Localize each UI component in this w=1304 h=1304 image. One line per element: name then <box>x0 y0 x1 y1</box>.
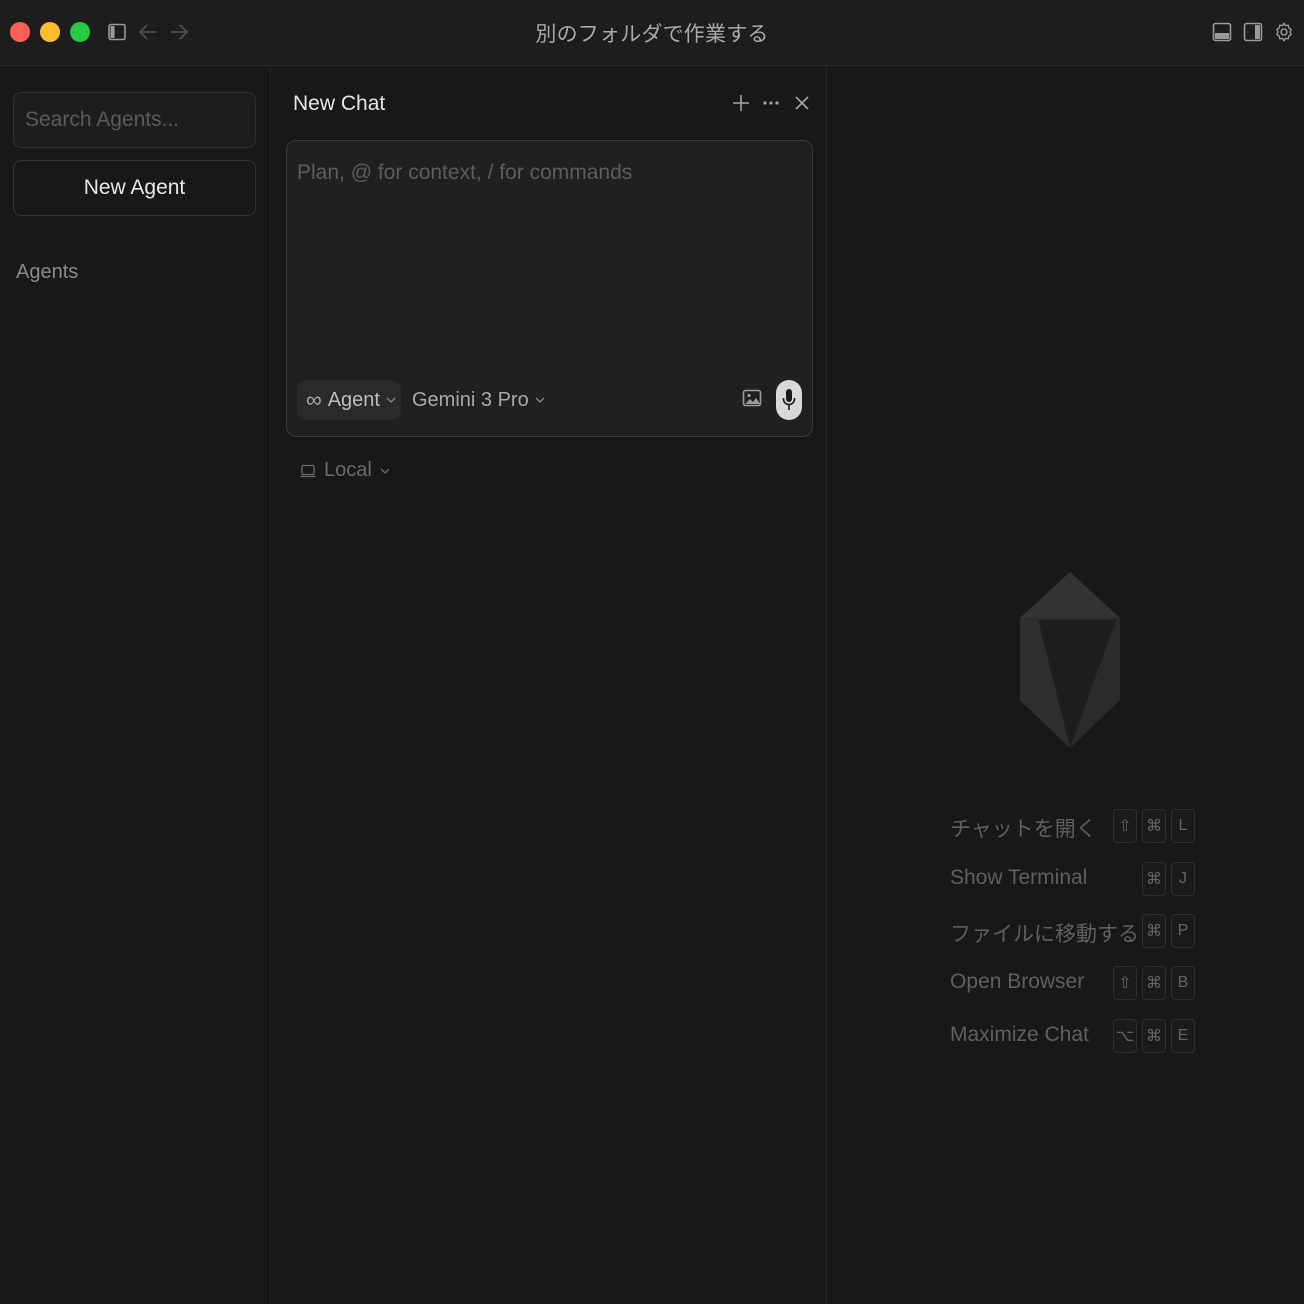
command-key: ⌘ <box>1142 966 1166 1000</box>
shortcut-go-to-file: ファイルに移動する ⌘ P <box>950 914 1195 948</box>
location-label: Local <box>324 459 372 481</box>
title-bar: 別のフォルダで作業する <box>0 0 1304 66</box>
letter-key: E <box>1171 1019 1195 1053</box>
app-window: 別のフォルダで作業する New Agent Agents New Chat <box>0 0 1304 1304</box>
shortcut-maximize-chat: Maximize Chat ⌥ ⌘ E <box>950 1019 1195 1053</box>
toggle-right-panel-icon[interactable] <box>1241 20 1265 44</box>
chevron-down-icon <box>535 397 545 403</box>
composer-placeholder[interactable]: Plan, @ for context, / for commands <box>297 161 632 185</box>
shift-key: ⇧ <box>1113 966 1137 1000</box>
shift-key: ⇧ <box>1113 809 1137 843</box>
chat-title: New Chat <box>293 92 386 115</box>
model-label: Gemini 3 Pro <box>412 388 529 411</box>
agents-section-heading: Agents <box>16 261 79 283</box>
shortcut-label: Maximize Chat <box>950 1023 1089 1046</box>
agents-sidebar: New Agent Agents <box>0 67 271 1304</box>
laptop-icon <box>300 464 316 477</box>
agent-mode-label: Agent <box>327 388 380 411</box>
shortcut-label: Show Terminal <box>950 866 1088 889</box>
app-logo-icon <box>1018 570 1122 755</box>
shortcut-label: ファイルに移動する <box>950 923 1139 946</box>
letter-key: P <box>1171 914 1195 948</box>
letter-key: L <box>1171 809 1195 843</box>
location-selector[interactable]: Local <box>300 459 390 482</box>
shortcut-show-terminal: Show Terminal ⌘ J <box>950 862 1195 896</box>
chevron-down-icon <box>386 397 396 403</box>
agent-mode-selector[interactable]: ∞ Agent <box>297 380 401 420</box>
settings-gear-icon[interactable] <box>1272 20 1296 44</box>
chevron-down-icon <box>380 468 390 474</box>
infinity-icon: ∞ <box>306 387 322 412</box>
shortcut-open-chat: チャットを開く ⇧ ⌘ L <box>950 809 1195 843</box>
command-key: ⌘ <box>1142 809 1166 843</box>
letter-key: B <box>1171 966 1195 1000</box>
shortcut-open-browser: Open Browser ⇧ ⌘ B <box>950 966 1195 1000</box>
toggle-bottom-panel-icon[interactable] <box>1210 20 1234 44</box>
more-options-icon[interactable] <box>759 91 783 115</box>
chat-panel: New Chat Plan, @ for context, / for comm… <box>272 67 827 1304</box>
microphone-icon <box>782 389 796 410</box>
close-chat-icon[interactable] <box>790 91 814 115</box>
window-title: 別のフォルダで作業する <box>535 23 769 46</box>
command-key: ⌘ <box>1142 862 1166 896</box>
shortcut-label: Open Browser <box>950 970 1085 993</box>
new-chat-plus-icon[interactable] <box>729 91 753 115</box>
search-agents-input[interactable] <box>13 92 256 148</box>
model-selector[interactable]: Gemini 3 Pro <box>412 380 545 420</box>
microphone-button[interactable] <box>776 380 802 420</box>
new-agent-label: New Agent <box>83 176 186 199</box>
new-agent-button[interactable]: New Agent <box>13 160 256 216</box>
chat-composer[interactable]: Plan, @ for context, / for commands ∞ Ag… <box>286 140 813 437</box>
option-key: ⌥ <box>1113 1019 1137 1053</box>
letter-key: J <box>1171 862 1195 896</box>
attach-image-icon[interactable] <box>742 388 766 412</box>
shortcut-label: チャットを開く <box>950 818 1097 841</box>
command-key: ⌘ <box>1142 1019 1166 1053</box>
editor-empty-state: チャットを開く ⇧ ⌘ L Show Terminal ⌘ J ファイルに移動す… <box>828 67 1304 1304</box>
command-key: ⌘ <box>1142 914 1166 948</box>
